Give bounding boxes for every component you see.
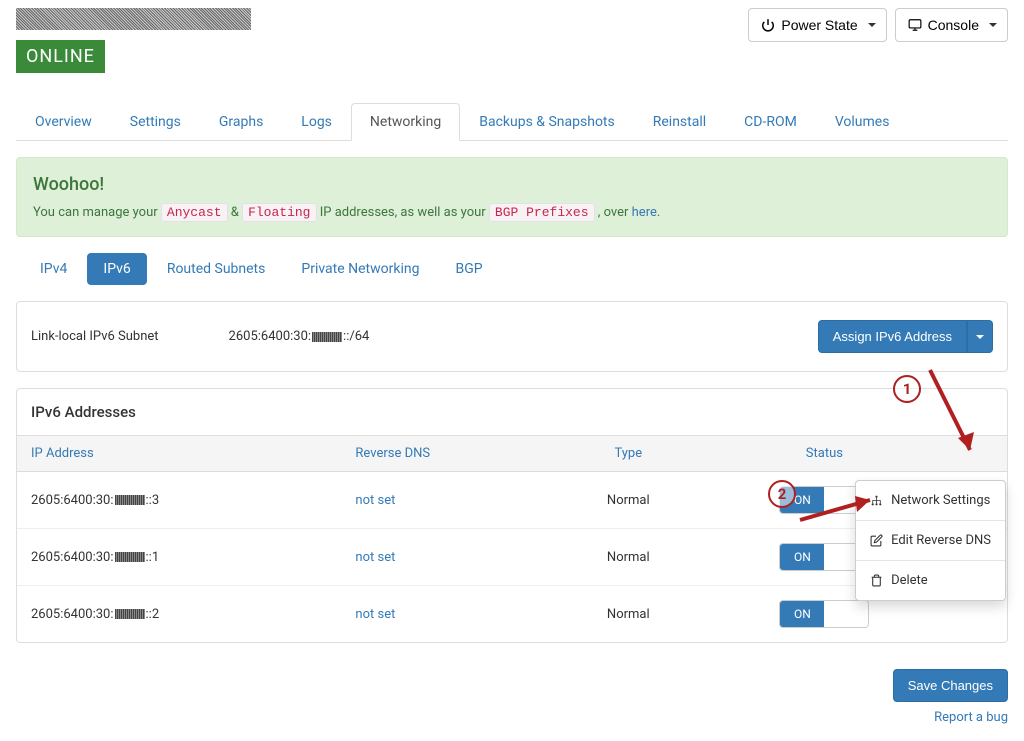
anycast-tag: Anycast	[161, 203, 228, 222]
redacted	[115, 609, 145, 619]
status-toggle[interactable]: ON	[779, 600, 869, 628]
addresses-heading: IPv6 Addresses	[17, 389, 1007, 435]
col-rdns[interactable]: Reverse DNS	[341, 436, 554, 472]
assign-ipv6-button[interactable]: Assign IPv6 Address	[818, 320, 967, 353]
alert-text: &	[231, 205, 239, 220]
alert-title: Woohoo!	[33, 174, 991, 195]
here-link[interactable]: here	[632, 205, 657, 220]
col-type[interactable]: Type	[555, 436, 702, 472]
monitor-icon	[908, 18, 922, 32]
annotation-2: 2	[768, 480, 796, 508]
rdns-link[interactable]: not set	[355, 550, 395, 565]
report-bug-link[interactable]: Report a bug	[934, 710, 1008, 725]
rdns-link[interactable]: not set	[355, 607, 395, 622]
subnet-panel: Link-local IPv6 Subnet 2605:6400:30:::/6…	[16, 301, 1008, 372]
ip-cell: 2605:6400:30:::1	[17, 529, 341, 586]
menu-label: Delete	[891, 573, 928, 588]
menu-label: Network Settings	[891, 493, 990, 508]
col-status[interactable]: Status	[702, 436, 947, 472]
tab-logs[interactable]: Logs	[282, 103, 351, 141]
caret-down-icon	[976, 335, 984, 339]
subtab-ipv4[interactable]: IPv4	[24, 253, 83, 285]
subnet-value: 2605:6400:30:::/64	[229, 329, 370, 344]
rdns-link[interactable]: not set	[355, 493, 395, 508]
redacted	[312, 332, 342, 342]
alert-body: You can manage your Anycast & Floating I…	[33, 205, 991, 220]
tab-settings[interactable]: Settings	[111, 103, 200, 141]
menu-delete[interactable]: Delete	[856, 561, 1005, 600]
tab-volumes[interactable]: Volumes	[816, 103, 909, 141]
assign-ipv6-dropdown-toggle[interactable]	[967, 320, 993, 353]
toggle-off	[824, 601, 868, 627]
tab-cdrom[interactable]: CD-ROM	[725, 103, 816, 141]
annotation-arrow-1	[920, 360, 990, 470]
annotation-1: 1	[893, 375, 921, 403]
alert-text: , over	[598, 205, 629, 220]
subtab-ipv6[interactable]: IPv6	[87, 253, 146, 285]
redacted	[115, 495, 145, 505]
edit-icon	[870, 534, 883, 547]
subnet-value-pre: 2605:6400:30:	[229, 329, 312, 344]
tab-overview[interactable]: Overview	[16, 103, 111, 141]
type-cell: Normal	[555, 472, 702, 529]
power-state-label: Power State	[781, 17, 857, 33]
power-icon	[761, 18, 775, 32]
menu-label: Edit Reverse DNS	[891, 533, 991, 548]
ip-cell: 2605:6400:30:::2	[17, 586, 341, 643]
tab-backups[interactable]: Backups & Snapshots	[460, 103, 633, 141]
tab-networking[interactable]: Networking	[351, 103, 460, 141]
console-label: Console	[928, 17, 979, 33]
ip-cell: 2605:6400:30:::3	[17, 472, 341, 529]
toggle-on: ON	[780, 601, 824, 627]
tab-graphs[interactable]: Graphs	[200, 103, 282, 141]
save-changes-button[interactable]: Save Changes	[893, 669, 1008, 702]
bgp-tag: BGP Prefixes	[489, 203, 595, 222]
network-subtabs: IPv4 IPv6 Routed Subnets Private Network…	[16, 253, 1008, 285]
subnet-value-post: ::/64	[343, 329, 369, 344]
main-tabs: Overview Settings Graphs Logs Networking…	[16, 103, 1008, 141]
type-cell: Normal	[555, 529, 702, 586]
subtab-private[interactable]: Private Networking	[285, 253, 435, 285]
floating-tag: Floating	[242, 203, 316, 222]
status-badge: ONLINE	[16, 40, 105, 73]
trash-icon	[870, 574, 883, 587]
col-ip[interactable]: IP Address	[17, 436, 341, 472]
toggle-on: ON	[780, 544, 824, 570]
alert-text: .	[657, 205, 660, 220]
tab-reinstall[interactable]: Reinstall	[634, 103, 725, 141]
type-cell: Normal	[555, 586, 702, 643]
alert-text: IP addresses, as well as your	[320, 205, 486, 220]
assign-btn-group: Assign IPv6 Address	[818, 320, 993, 353]
server-name-redacted	[16, 8, 251, 30]
subtab-bgp[interactable]: BGP	[439, 253, 498, 285]
info-alert: Woohoo! You can manage your Anycast & Fl…	[16, 157, 1008, 237]
annotation-arrow-2	[795, 490, 885, 530]
power-state-button[interactable]: Power State	[748, 8, 886, 42]
redacted	[115, 552, 145, 562]
subtab-routed[interactable]: Routed Subnets	[151, 253, 282, 285]
console-button[interactable]: Console	[895, 8, 1008, 42]
alert-text: You can manage your	[33, 205, 158, 220]
subnet-label: Link-local IPv6 Subnet	[31, 329, 159, 344]
